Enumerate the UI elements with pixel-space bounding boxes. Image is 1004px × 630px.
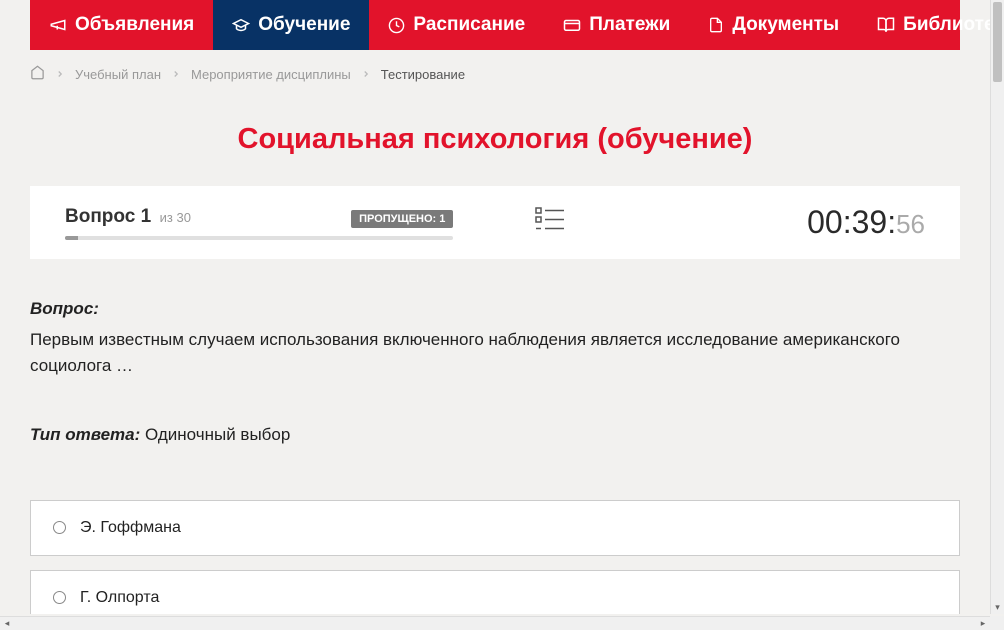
- question-number: Вопрос 1: [65, 206, 151, 227]
- nav-schedule[interactable]: Расписание: [369, 0, 544, 50]
- answer-type-row: Тип ответа: Одиночный выбор: [30, 425, 960, 445]
- page-title: Социальная психология (обучение): [0, 123, 990, 156]
- progress-bar: [65, 236, 453, 240]
- nav-label: Обучение: [258, 14, 350, 36]
- doc-icon: [708, 16, 724, 34]
- question-body: Вопрос: Первым известным случаем использ…: [0, 299, 990, 445]
- question-list-icon[interactable]: [535, 206, 565, 239]
- scroll-right-arrow-icon[interactable]: ▸: [976, 617, 990, 630]
- timer-main: 00:39:: [807, 204, 896, 240]
- nav-announcements[interactable]: Объявления: [30, 0, 213, 50]
- scroll-down-arrow-icon[interactable]: ▾: [991, 600, 1004, 614]
- question-text: Первым известным случаем использования в…: [30, 327, 960, 380]
- timer: 00:39:56: [648, 204, 925, 241]
- radio-icon: [53, 521, 66, 534]
- nav-library[interactable]: Библиотека: [858, 0, 990, 50]
- question-total: из 30: [160, 210, 191, 225]
- horizontal-scrollbar[interactable]: ◂ ▸: [0, 616, 1004, 630]
- vertical-scrollbar[interactable]: ▾: [990, 0, 1004, 614]
- book-icon: [877, 16, 895, 34]
- answer-text: Г. Олпорта: [80, 589, 159, 607]
- nav-documents[interactable]: Документы: [689, 0, 858, 50]
- nav-label: Платежи: [589, 14, 670, 36]
- status-card: Вопрос 1 из 30 ПРОПУЩЕНО: 1: [30, 186, 960, 259]
- skipped-badge: ПРОПУЩЕНО: 1: [351, 210, 453, 228]
- nav-label: Библиотека: [903, 14, 990, 36]
- scroll-left-arrow-icon[interactable]: ◂: [0, 617, 14, 630]
- chevron-right-icon: [171, 67, 181, 82]
- home-icon[interactable]: [30, 65, 45, 83]
- scroll-corner: [990, 616, 1004, 630]
- nav-label: Документы: [732, 14, 839, 36]
- answer-text: Э. Гоффмана: [80, 519, 181, 537]
- progress-fill: [65, 236, 78, 240]
- chevron-right-icon: [55, 67, 65, 82]
- chevron-right-icon: [361, 67, 371, 82]
- question-label: Вопрос:: [30, 299, 960, 319]
- megaphone-icon: [49, 16, 67, 34]
- breadcrumb: Учебный план Мероприятие дисциплины Тест…: [0, 50, 990, 98]
- nav-education[interactable]: Обучение: [213, 0, 369, 50]
- nav-label: Объявления: [75, 14, 194, 36]
- nav-label: Расписание: [413, 14, 525, 36]
- progress-section: Вопрос 1 из 30 ПРОПУЩЕНО: 1: [65, 206, 453, 240]
- timer-seconds: 56: [896, 209, 925, 239]
- breadcrumb-link-plan[interactable]: Учебный план: [75, 67, 161, 82]
- breadcrumb-current: Тестирование: [381, 67, 465, 82]
- nav-payments[interactable]: Платежи: [544, 0, 689, 50]
- answer-type-label: Тип ответа:: [30, 425, 140, 444]
- scrollbar-thumb[interactable]: [993, 2, 1002, 82]
- clock-icon: [388, 17, 405, 34]
- answers-list: Э. Гоффмана Г. Олпорта: [0, 500, 990, 614]
- answer-option[interactable]: Г. Олпорта: [30, 570, 960, 614]
- answer-type-value: Одиночный выбор: [145, 425, 290, 444]
- graduation-icon: [232, 16, 250, 34]
- card-icon: [563, 16, 581, 34]
- breadcrumb-link-event[interactable]: Мероприятие дисциплины: [191, 67, 351, 82]
- answer-option[interactable]: Э. Гоффмана: [30, 500, 960, 556]
- main-nav: Объявления Обучение Расписание Платежи Д…: [30, 0, 960, 50]
- radio-icon: [53, 591, 66, 604]
